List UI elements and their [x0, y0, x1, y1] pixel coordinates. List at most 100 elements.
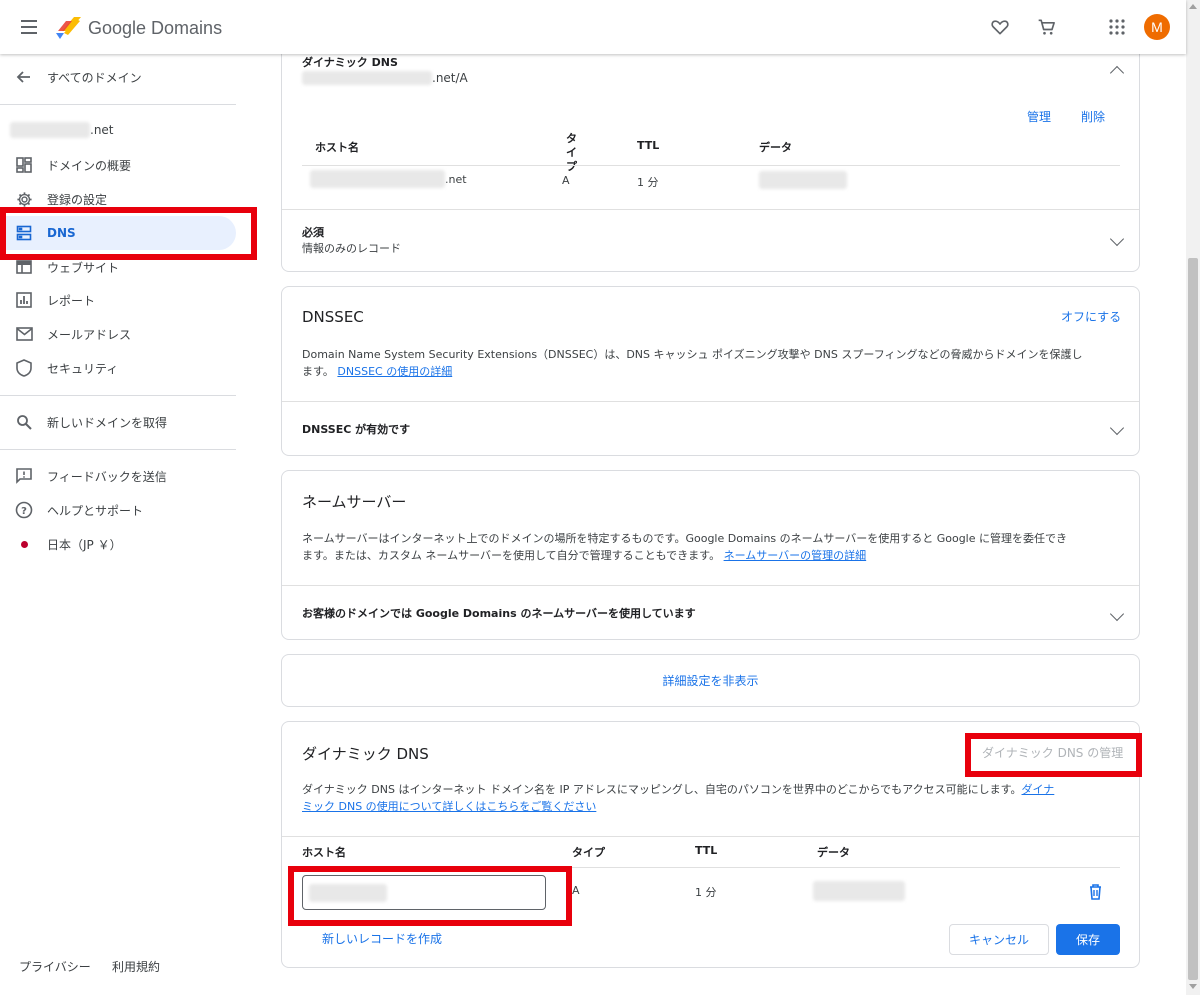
hostname-input[interactable]	[302, 875, 546, 910]
apps-icon[interactable]	[1105, 15, 1129, 39]
nameservers-status: お客様のドメインでは Google Domains のネームサーバーを使用してい…	[302, 607, 696, 620]
top-app-bar: Google Domains M	[0, 0, 1186, 54]
column-header-ttl: TTL	[637, 139, 660, 152]
cancel-button[interactable]: キャンセル	[949, 924, 1049, 955]
sidebar-item-registration[interactable]: 登録の設定	[0, 182, 236, 216]
japan-flag-icon	[14, 534, 34, 554]
send-feedback[interactable]: フィードバックを送信	[0, 459, 236, 493]
column-header-type: タイプ	[572, 846, 605, 859]
dnssec-status: DNSSEC が有効です	[302, 423, 411, 436]
avatar[interactable]: M	[1144, 14, 1170, 40]
ddns-description: ダイナミック DNS はインターネット ドメイン名を IP アドレスにマッピング…	[302, 783, 1055, 813]
sidebar-item-overview[interactable]: ドメインの概要	[0, 148, 236, 182]
ddns-data-cell	[813, 881, 905, 901]
back-label: すべてのドメイン	[47, 70, 142, 85]
ddns-type-cell: A	[572, 884, 580, 897]
sidebar-item-label: メールアドレス	[47, 327, 132, 342]
locale-selector[interactable]: 日本（JP ￥）	[0, 527, 236, 561]
sidebar-item-email[interactable]: メールアドレス	[0, 317, 236, 351]
scroll-up-arrow[interactable]	[1189, 4, 1197, 9]
sidebar-item-label: ドメインの概要	[47, 158, 132, 173]
web-icon	[14, 257, 34, 277]
get-domain-label: 新しいドメインを取得	[47, 415, 168, 430]
manage-record-link[interactable]: 管理	[1027, 108, 1051, 125]
arrow-back-icon	[14, 67, 34, 87]
page-scrollbar[interactable]	[1186, 0, 1200, 995]
terms-link[interactable]: 利用規約	[112, 958, 160, 975]
sidebar-item-label: ウェブサイト	[47, 260, 120, 275]
sidebar-item-website[interactable]: ウェブサイト	[0, 250, 236, 284]
section-divider	[282, 585, 1139, 586]
sidebar-item-label: セキュリティ	[47, 361, 119, 376]
back-to-all-domains[interactable]: すべてのドメイン	[0, 60, 236, 94]
mail-icon	[14, 324, 34, 344]
hide-advanced-settings-link[interactable]: 詳細設定を非表示	[282, 672, 1139, 689]
ddns-learn-more-link-cont[interactable]: ミック DNS の使用について詳しくはこちらをご覧ください	[302, 800, 596, 813]
nameservers-learn-more-link[interactable]: ネームサーバーの管理の詳細	[724, 549, 867, 562]
advanced-settings-card: 詳細設定を非表示	[281, 654, 1140, 707]
dynamic-dns-record-card: ダイナミック DNS .net/A 管理 削除 ホスト名 タイプ TTL データ…	[281, 40, 1140, 272]
dnssec-learn-more-link[interactable]: DNSSEC の使用の詳細	[337, 365, 452, 378]
sidebar-item-security[interactable]: セキュリティ	[0, 351, 236, 385]
ddns-learn-more-link[interactable]: ダイナ	[1022, 783, 1055, 796]
nameservers-card: ネームサーバー ネームサーバーはインターネット上でのドメインの場所を特定するもの…	[281, 470, 1140, 640]
required-title: 必須	[302, 226, 324, 239]
record-host-cell: .net	[310, 170, 467, 188]
delete-record-link[interactable]: 削除	[1081, 108, 1105, 125]
collapse-chevron-icon[interactable]	[1109, 65, 1125, 81]
dnssec-toggle-link[interactable]: オフにする	[1061, 308, 1121, 325]
scroll-thumb[interactable]	[1188, 258, 1198, 980]
sidebar-item-dns[interactable]: DNS	[0, 216, 236, 250]
record-name: .net/A	[302, 71, 468, 85]
table-divider	[302, 867, 1120, 868]
scroll-down-arrow[interactable]	[1189, 984, 1197, 989]
delete-icon[interactable]	[1088, 883, 1104, 901]
report-icon	[14, 290, 34, 310]
cart-icon[interactable]	[1035, 15, 1059, 39]
help-and-support[interactable]: ? ヘルプとサポート	[0, 493, 236, 527]
nameservers-title: ネームサーバー	[302, 493, 407, 511]
column-header-ttl: TTL	[695, 844, 718, 857]
locale-label: 日本（JP ￥）	[47, 537, 122, 552]
ddns-title: ダイナミック DNS	[302, 745, 429, 763]
dashboard-icon	[14, 155, 34, 175]
dnssec-description: Domain Name System Security Extensions（D…	[302, 348, 1083, 378]
sidebar-divider	[0, 449, 236, 450]
svg-text:?: ?	[21, 506, 27, 517]
sidebar-divider	[0, 104, 236, 105]
record-type-cell: A	[562, 174, 570, 187]
expand-chevron-icon[interactable]	[1109, 606, 1125, 622]
sidebar-item-label: DNS	[47, 226, 76, 240]
ddns-ttl-cell: 1 分	[695, 886, 717, 899]
column-header-type: タイプ	[566, 132, 577, 173]
search-icon	[14, 412, 34, 432]
privacy-link[interactable]: プライバシー	[19, 958, 91, 975]
sidebar-item-reports[interactable]: レポート	[0, 283, 236, 317]
ddns-manage-link[interactable]: ダイナミック DNS の管理	[982, 744, 1123, 761]
gear-icon	[14, 189, 34, 209]
column-header-hostname: ホスト名	[315, 141, 359, 154]
help-icon: ?	[14, 500, 34, 520]
dynamic-dns-create-card: ダイナミック DNS ダイナミック DNS の管理 ダイナミック DNS はイン…	[281, 721, 1140, 968]
section-divider	[282, 401, 1139, 402]
dnssec-card: DNSSEC オフにする Domain Name System Security…	[281, 286, 1140, 456]
shield-icon	[14, 358, 34, 378]
expand-chevron-icon[interactable]	[1109, 420, 1125, 436]
sidebar-item-label: レポート	[47, 293, 96, 308]
create-new-record-link[interactable]: 新しいレコードを作成	[322, 930, 442, 947]
current-domain: .net	[10, 122, 114, 138]
dnssec-title: DNSSEC	[302, 308, 364, 326]
menu-icon[interactable]	[18, 16, 42, 38]
column-header-data: データ	[817, 846, 850, 859]
google-domains-logo[interactable]	[54, 15, 82, 41]
table-divider	[302, 165, 1120, 166]
record-title: ダイナミック DNS	[302, 56, 398, 69]
sidebar-divider	[0, 395, 236, 396]
brand-name[interactable]: Google Domains	[88, 18, 222, 39]
save-button[interactable]: 保存	[1056, 924, 1120, 955]
section-divider	[282, 836, 1139, 837]
get-new-domain[interactable]: 新しいドメインを取得	[0, 405, 236, 439]
feedback-icon	[14, 466, 34, 486]
expand-chevron-icon[interactable]	[1109, 231, 1125, 247]
favorite-icon[interactable]	[988, 15, 1012, 39]
